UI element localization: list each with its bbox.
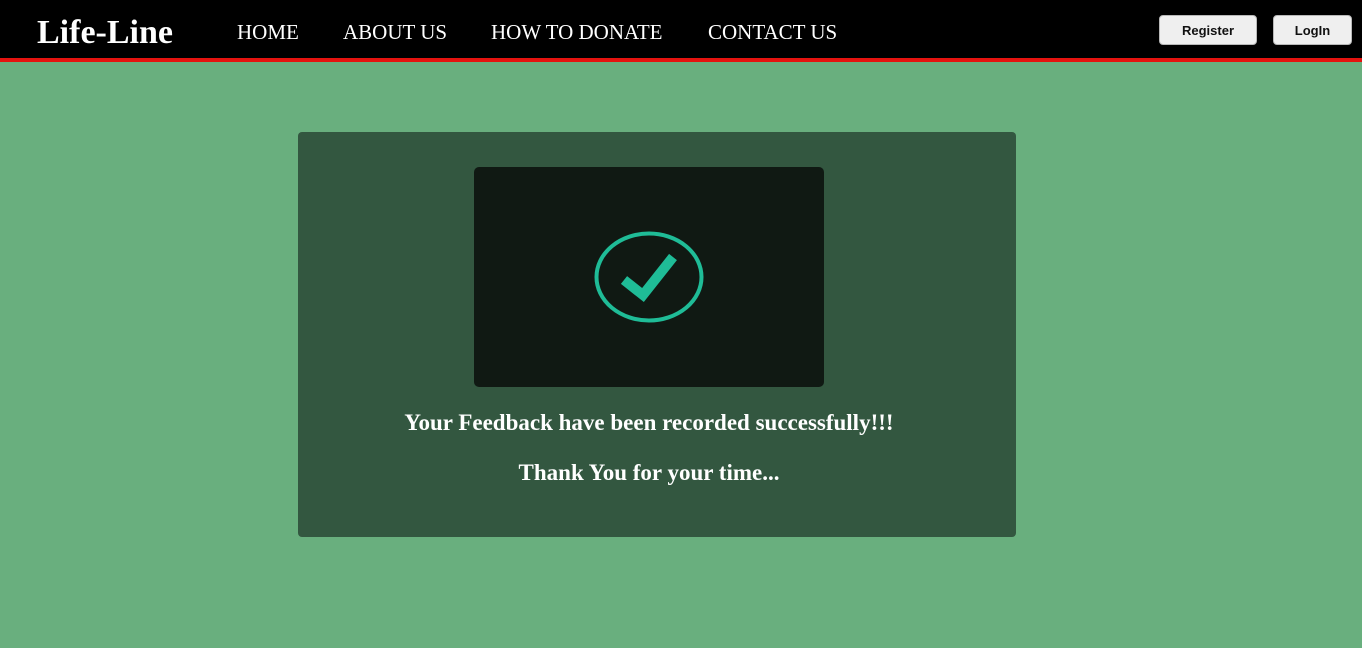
- confirmation-card: Your Feedback have been recorded success…: [298, 132, 1016, 537]
- login-button[interactable]: LogIn: [1273, 15, 1352, 45]
- checkmark-circle-icon: [594, 231, 704, 323]
- nav-about-link[interactable]: ABOUT US: [343, 19, 447, 45]
- top-navbar: Life-Line HOME ABOUT US HOW TO DONATE CO…: [0, 0, 1362, 62]
- nav-home-link[interactable]: HOME: [237, 19, 299, 45]
- register-button[interactable]: Register: [1159, 15, 1257, 45]
- nav-contact-link[interactable]: CONTACT US: [708, 19, 837, 45]
- thank-you-message: Thank You for your time...: [518, 460, 780, 485]
- success-message: Your Feedback have been recorded success…: [404, 410, 894, 435]
- nav-how-to-donate-link[interactable]: HOW TO DONATE: [491, 19, 663, 45]
- brand-logo[interactable]: Life-Line: [37, 12, 173, 54]
- success-icon-panel: [474, 167, 824, 387]
